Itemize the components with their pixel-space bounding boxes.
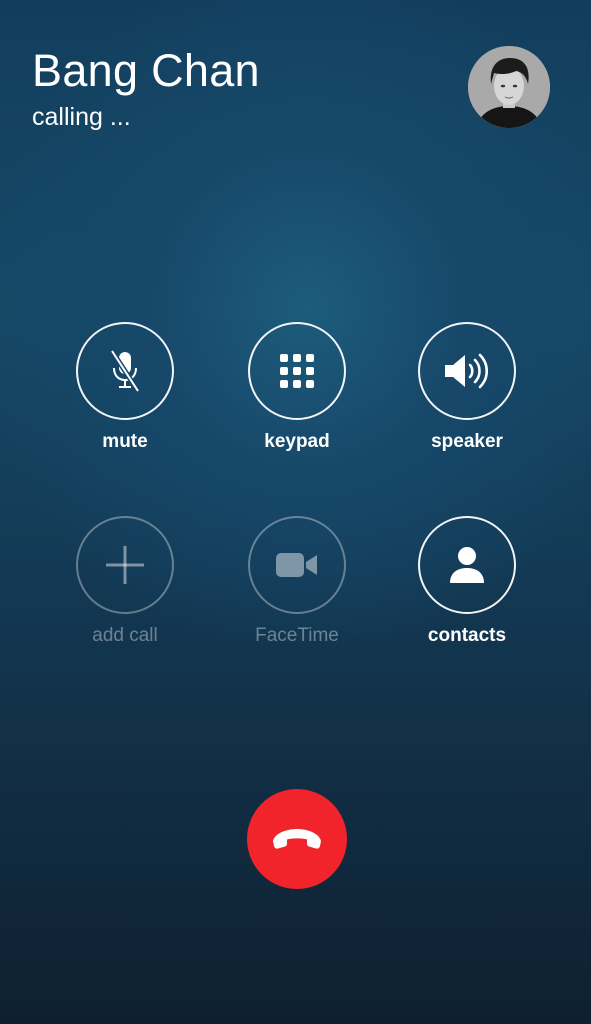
speaker-circle[interactable] — [418, 322, 516, 420]
keypad-button[interactable]: keypad — [222, 322, 372, 454]
contacts-button[interactable]: contacts — [392, 516, 542, 648]
contact-avatar — [468, 46, 550, 128]
facetime-button[interactable]: FaceTime — [222, 516, 372, 648]
facetime-circle[interactable] — [248, 516, 346, 614]
call-status: calling ... — [32, 103, 131, 131]
facetime-label: FaceTime — [255, 625, 339, 646]
end-call-button[interactable] — [247, 789, 347, 889]
muted-microphone-icon — [109, 349, 141, 393]
keypad-circle[interactable] — [248, 322, 346, 420]
speaker-label: speaker — [431, 431, 503, 452]
person-icon — [450, 547, 484, 583]
plus-icon — [106, 546, 144, 584]
mute-button[interactable]: mute — [50, 322, 200, 454]
mute-label: mute — [102, 431, 148, 452]
speaker-button[interactable]: speaker — [392, 322, 542, 454]
person-photo-icon — [468, 46, 550, 128]
mute-circle[interactable] — [76, 322, 174, 420]
keypad-icon — [280, 354, 314, 388]
speaker-icon — [445, 353, 489, 389]
phone-hangup-icon — [273, 829, 321, 849]
contacts-label: contacts — [427, 625, 507, 646]
add-call-button[interactable]: add call — [50, 516, 200, 648]
video-camera-icon — [276, 553, 317, 577]
add-call-circle[interactable] — [76, 516, 174, 614]
contacts-circle[interactable] — [418, 516, 516, 614]
add-call-label: add call — [92, 625, 158, 646]
caller-name: Bang Chan — [32, 45, 260, 96]
keypad-label: keypad — [264, 431, 330, 452]
